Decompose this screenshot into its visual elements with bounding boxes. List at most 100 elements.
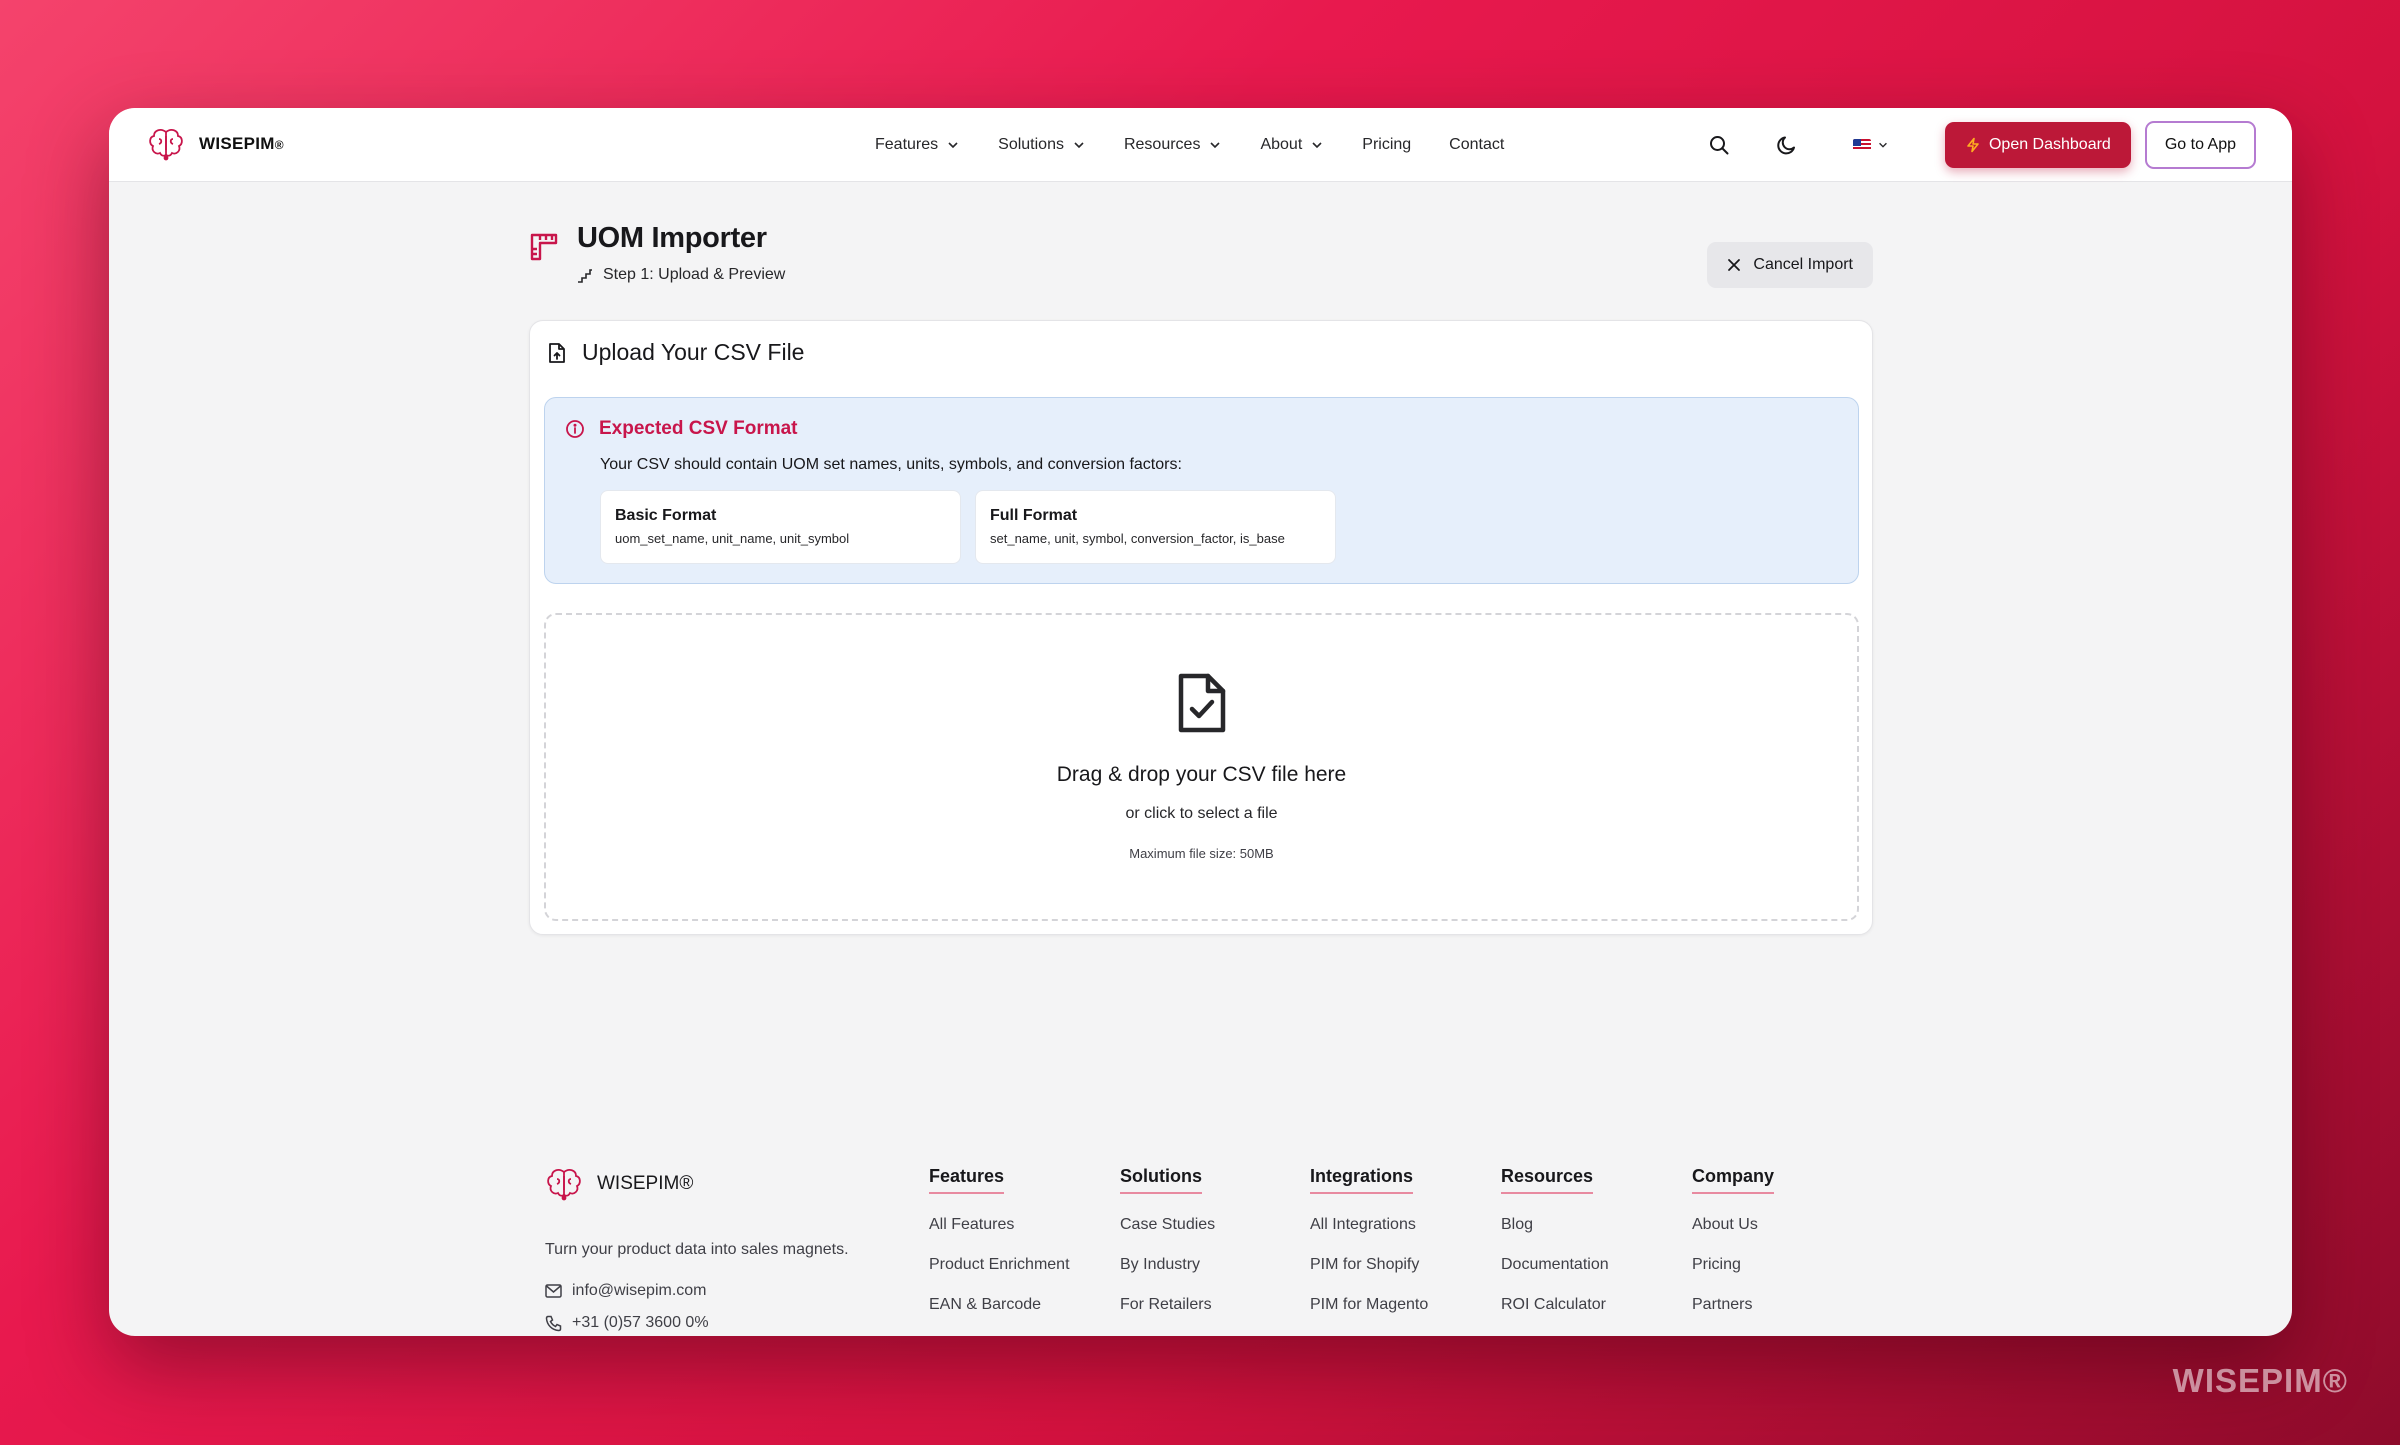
file-upload-icon [549, 342, 565, 363]
nav-resources[interactable]: Resources [1124, 136, 1222, 154]
footer-brand[interactable]: WISEPIM® [545, 1166, 693, 1202]
brain-logo-icon [547, 1169, 581, 1201]
footer-col-title: Integrations [1310, 1166, 1414, 1194]
lightning-icon [1967, 137, 1979, 153]
phone-icon [545, 1315, 562, 1331]
footer-link[interactable]: Product Enrichment [929, 1256, 1070, 1274]
footer-brand-name: WISEPIM® [597, 1173, 694, 1194]
info-title: Expected CSV Format [599, 418, 798, 439]
nav-label: Solutions [998, 136, 1064, 153]
chevron-down-icon [1074, 142, 1084, 149]
ruler-icon [530, 233, 558, 261]
footer-col-title: Solutions [1120, 1166, 1202, 1194]
footer-link[interactable]: EAN & Barcode [929, 1296, 1070, 1314]
nav-actions: Open Dashboard Go to App [1699, 108, 2256, 182]
upload-card: Upload Your CSV File Expected CSV Format… [529, 320, 1873, 935]
footer-col-resources: Resources Blog Documentation ROI Calcula… [1501, 1166, 1609, 1314]
footer-phone-text: +31 (0)57 3600 0% [572, 1314, 709, 1331]
brand-watermark: WISEPIM® [2172, 1362, 2348, 1399]
chevron-down-icon [1879, 142, 1887, 148]
footer-col-solutions: Solutions Case Studies By Industry For R… [1120, 1166, 1215, 1314]
theme-toggle-button[interactable] [1767, 125, 1807, 165]
nav-label: Resources [1123, 136, 1201, 153]
nav-pricing[interactable]: Pricing [1362, 136, 1411, 154]
full-format-card: Full Format set_name, unit, symbol, conv… [975, 490, 1336, 564]
footer-link[interactable]: By Industry [1120, 1256, 1215, 1274]
nav-label: Contact [1449, 136, 1505, 153]
format-title: Full Format [990, 507, 1078, 524]
footer-link[interactable]: Partners [1692, 1296, 1774, 1314]
footer-link[interactable]: Documentation [1501, 1256, 1609, 1274]
footer-link[interactable]: PIM for Magento [1310, 1296, 1428, 1314]
moon-icon [1777, 136, 1795, 155]
nav-label: About [1260, 136, 1303, 153]
brand-logo[interactable]: WISEPIM® [147, 126, 284, 162]
footer-link[interactable]: About Us [1692, 1216, 1774, 1234]
dashboard-label: Open Dashboard [1988, 136, 2111, 153]
footer-link[interactable]: All Integrations [1310, 1216, 1428, 1234]
basic-format-card: Basic Format uom_set_name, unit_name, un… [600, 490, 961, 564]
nav-about[interactable]: About [1260, 136, 1324, 154]
site-footer: WISEPIM® Turn your product data into sal… [109, 1166, 2292, 1336]
browser-window: WISEPIM® Features Solutions Resources Ab… [109, 108, 2292, 1336]
search-button[interactable] [1699, 125, 1739, 165]
info-description: Your CSV should contain UOM set names, u… [600, 456, 1182, 473]
footer-link[interactable]: For Retailers [1120, 1296, 1215, 1314]
step-label: Step 1: Upload & Preview [603, 266, 786, 283]
footer-link[interactable]: ROI Calculator [1501, 1296, 1609, 1314]
footer-link[interactable]: All Features [929, 1216, 1070, 1234]
us-flag-icon [1852, 139, 1871, 151]
nav-label: Features [875, 136, 939, 153]
footer-col-title: Company [1692, 1166, 1775, 1194]
chevron-down-icon [1210, 142, 1221, 149]
brain-logo-icon [149, 129, 183, 161]
footer-link[interactable]: PIM for Shopify [1310, 1256, 1428, 1274]
search-icon [1709, 136, 1729, 155]
footer-tagline: Turn your product data into sales magnet… [545, 1241, 849, 1258]
language-selector[interactable] [1852, 139, 1889, 151]
footer-col-company: Company About Us Pricing Partners [1692, 1166, 1775, 1314]
close-icon [1728, 259, 1741, 271]
footer-col-features: Features All Features Product Enrichment… [929, 1166, 1070, 1314]
csv-format-info: Expected CSV Format Your CSV should cont… [544, 397, 1859, 584]
dropzone-subtitle: or click to select a file [1125, 805, 1278, 822]
open-dashboard-button[interactable]: Open Dashboard [1944, 122, 2131, 168]
steps-icon [578, 269, 592, 283]
footer-email[interactable]: info@wisepim.com [545, 1282, 707, 1300]
step-indicator: Step 1: Upload & Preview [577, 266, 785, 284]
info-heading: Expected CSV Format [565, 418, 798, 440]
card-title-text: Upload Your CSV File [582, 339, 805, 365]
info-icon [566, 420, 584, 438]
max-file-size: Maximum file size: 50MB [1129, 846, 1274, 861]
main-nav: Features Solutions Resources About Prici… [875, 108, 1504, 182]
dropzone-title: Drag & drop your CSV file here [1056, 763, 1347, 786]
format-title: Basic Format [615, 507, 717, 524]
footer-email-text: info@wisepim.com [572, 1282, 707, 1299]
mail-icon [545, 1284, 562, 1298]
nav-label: Pricing [1362, 136, 1412, 153]
top-navbar: WISEPIM® Features Solutions Resources Ab… [109, 108, 2292, 182]
footer-link[interactable]: Pricing [1692, 1256, 1774, 1274]
nav-solutions[interactable]: Solutions [998, 136, 1086, 154]
footer-col-title: Features [929, 1166, 1005, 1194]
brand-name: WISEPIM® [199, 134, 284, 153]
nav-features[interactable]: Features [875, 136, 960, 154]
footer-link[interactable]: Blog [1501, 1216, 1609, 1234]
footer-phone[interactable]: +31 (0)57 3600 0% [545, 1314, 709, 1332]
cancel-label: Cancel Import [1753, 256, 1853, 273]
nav-contact[interactable]: Contact [1449, 136, 1504, 154]
chevron-down-icon [948, 142, 958, 149]
cancel-import-button[interactable]: Cancel Import [1707, 242, 1873, 288]
format-columns: set_name, unit, symbol, conversion_facto… [990, 531, 1285, 546]
go-to-app-button[interactable]: Go to App [2144, 121, 2256, 169]
footer-col-title: Resources [1501, 1166, 1594, 1194]
footer-col-integrations: Integrations All Integrations PIM for Sh… [1310, 1166, 1428, 1314]
csv-dropzone[interactable]: Drag & drop your CSV file here or click … [544, 613, 1859, 921]
card-title: Upload Your CSV File [548, 339, 804, 366]
file-check-icon [1178, 673, 1225, 733]
footer-link[interactable]: Case Studies [1120, 1216, 1215, 1234]
format-columns: uom_set_name, unit_name, unit_symbol [615, 531, 850, 546]
page-header: UOM Importer Step 1: Upload & Preview Ca… [529, 222, 1873, 288]
page-title: UOM Importer [577, 222, 767, 254]
chevron-down-icon [1312, 142, 1322, 149]
